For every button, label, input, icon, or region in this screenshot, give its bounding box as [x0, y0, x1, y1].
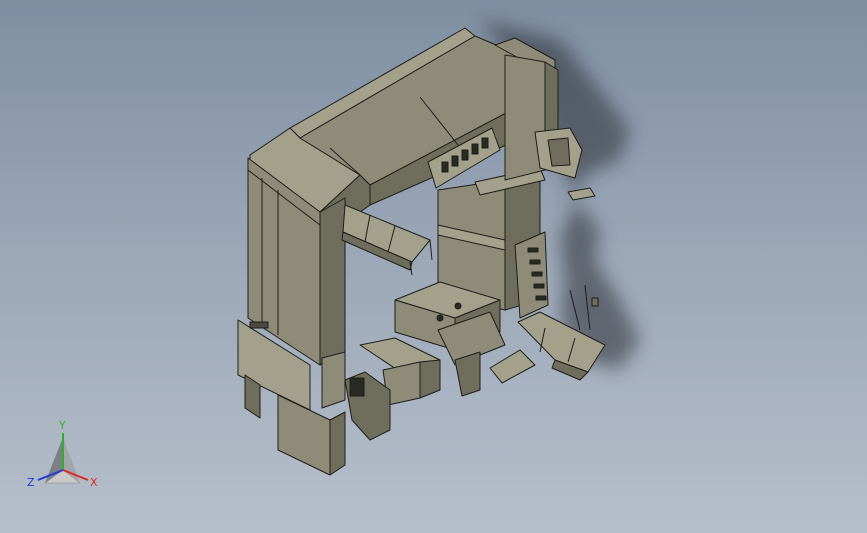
y-axis-label: Y: [58, 419, 66, 432]
inclined-panel-left: [341, 204, 433, 276]
orientation-triad[interactable]: Y X Z: [20, 415, 110, 495]
graphics-viewport[interactable]: Y X Z: [0, 0, 867, 533]
x-axis-label: X: [90, 476, 98, 489]
bottom-equipment: [321, 281, 506, 441]
cad-model-view[interactable]: [0, 0, 867, 533]
z-axis-label: Z: [27, 476, 35, 489]
